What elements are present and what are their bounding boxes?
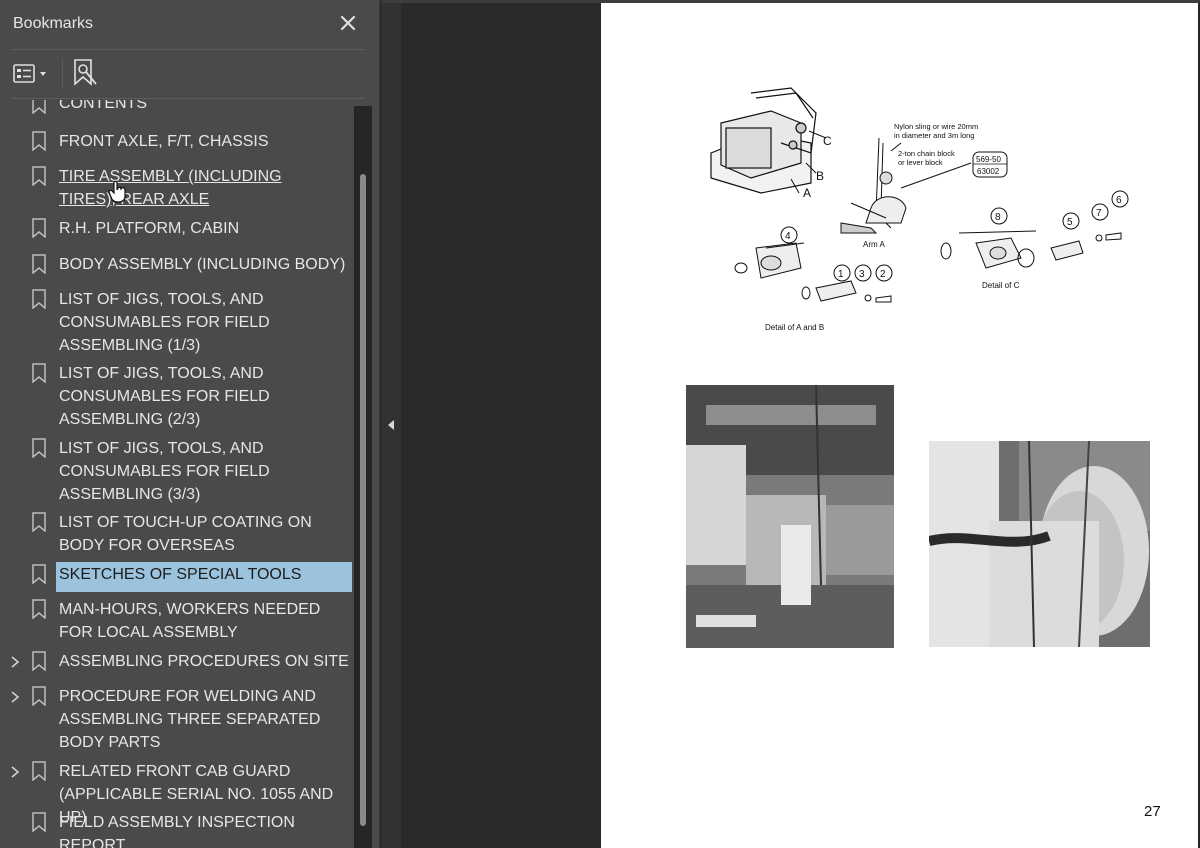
bookmark-icon [31, 512, 47, 533]
bookmarks-panel: Bookmarks CONTENTS FRONT AXLE, F/T, CHAS… [0, 0, 380, 848]
divider [12, 49, 364, 50]
bookmark-icon [31, 166, 47, 187]
label-c: C [823, 134, 832, 148]
part-number-bottom: 63002 [977, 167, 1000, 176]
detail-c-sketch [940, 230, 1122, 269]
technical-drawing: C B A Nylon sling or wire 20mm in diamet… [710, 87, 1129, 332]
part-number-top: 569-50 [976, 155, 1001, 164]
viewer-background [381, 0, 601, 848]
find-bookmark-icon[interactable] [72, 58, 98, 88]
bookmark-label: MAN-HOURS, WORKERS NEEDED FOR LOCAL ASSE… [59, 601, 321, 641]
bookmark-label: BODY ASSEMBLY (INCLUDING BODY) [59, 256, 346, 273]
callout-3: 3 [859, 269, 865, 280]
chevron-right-icon[interactable] [8, 687, 22, 707]
chevron-right-icon[interactable] [8, 652, 22, 672]
detail-ab-caption: Detail of A and B [765, 323, 824, 332]
detail-ab-sketch [734, 242, 892, 303]
close-icon[interactable] [337, 12, 359, 34]
note-sling-2: in diameter and 3m long [894, 131, 974, 140]
callout-5: 5 [1067, 217, 1073, 228]
bookmark-label: TIRE ASSEMBLY (INCLUDING TIRES), REAR AX… [59, 168, 282, 208]
assembly-photo-1 [686, 385, 894, 648]
bookmark-label: LIST OF JIGS, TOOLS, AND CONSUMABLES FOR… [59, 365, 270, 428]
bookmark-label: LIST OF JIGS, TOOLS, AND CONSUMABLES FOR… [59, 291, 270, 354]
label-b: B [816, 169, 824, 183]
chevron-right-icon[interactable] [8, 762, 22, 782]
bookmark-icon [31, 564, 47, 585]
bookmark-label: PROCEDURE FOR WELDING AND ASSEMBLING THR… [59, 688, 321, 751]
callout-4: 4 [785, 231, 791, 242]
divider [12, 98, 364, 99]
bookmark-icon [31, 438, 47, 459]
pdf-viewer: Bookmarks CONTENTS FRONT AXLE, F/T, CHAS… [0, 0, 1200, 848]
hand-cursor-icon [108, 180, 128, 204]
bookmark-icon [31, 599, 47, 620]
bookmark-icon [31, 761, 47, 782]
collapse-panel-icon[interactable] [385, 418, 397, 432]
bookmark-icon [31, 812, 47, 833]
bookmark-label: R.H. PLATFORM, CABIN [59, 220, 240, 237]
document-page: C B A Nylon sling or wire 20mm in diamet… [601, 3, 1198, 848]
bookmark-icon [31, 651, 47, 672]
callout-1: 1 [838, 269, 844, 280]
panel-title: Bookmarks [13, 15, 94, 32]
scrollbar-thumb[interactable] [360, 174, 366, 826]
bookmark-icon [31, 363, 47, 384]
toolbar-separator [62, 58, 63, 88]
callout-2: 2 [880, 269, 886, 280]
panel-header: Bookmarks [0, 0, 380, 50]
bookmark-label: FIELD ASSEMBLY INSPECTION REPORT [59, 814, 295, 848]
label-a: A [803, 186, 811, 200]
panel-toolbar [0, 52, 380, 96]
callout-8: 8 [995, 212, 1001, 223]
bookmark-label: LIST OF JIGS, TOOLS, AND CONSUMABLES FOR… [59, 440, 270, 503]
detail-c-caption: Detail of C [982, 281, 1020, 290]
assembly-photo-2 [929, 441, 1150, 647]
callout-7: 7 [1096, 208, 1102, 219]
page-number: 27 [1144, 803, 1161, 820]
bookmark-icon [31, 289, 47, 310]
frame-sketch [710, 87, 817, 194]
note-sling: Nylon sling or wire 20mm [894, 122, 978, 131]
bookmark-icon [31, 218, 47, 239]
bookmark-icon [31, 686, 47, 707]
bookmark-icon [31, 100, 47, 115]
bookmark-list: CONTENTS FRONT AXLE, F/T, CHASSIS TIRE A… [0, 100, 354, 848]
note-chain: 2-ton chain block [898, 149, 955, 158]
bookmark-label: FRONT AXLE, F/T, CHASSIS [59, 133, 269, 150]
bookmark-label: ASSEMBLING PROCEDURES ON SITE [59, 653, 349, 670]
bookmark-label: SKETCHES OF SPECIAL TOOLS [56, 562, 352, 592]
bookmark-icon [31, 254, 47, 275]
list-options-icon[interactable] [12, 62, 54, 86]
note-chain-2: or lever block [898, 158, 943, 167]
bookmark-icon [31, 131, 47, 152]
bookmark-label: CONTENTS [59, 100, 147, 112]
arm-a-label: Arm A [863, 240, 885, 249]
callout-6: 6 [1116, 195, 1122, 206]
